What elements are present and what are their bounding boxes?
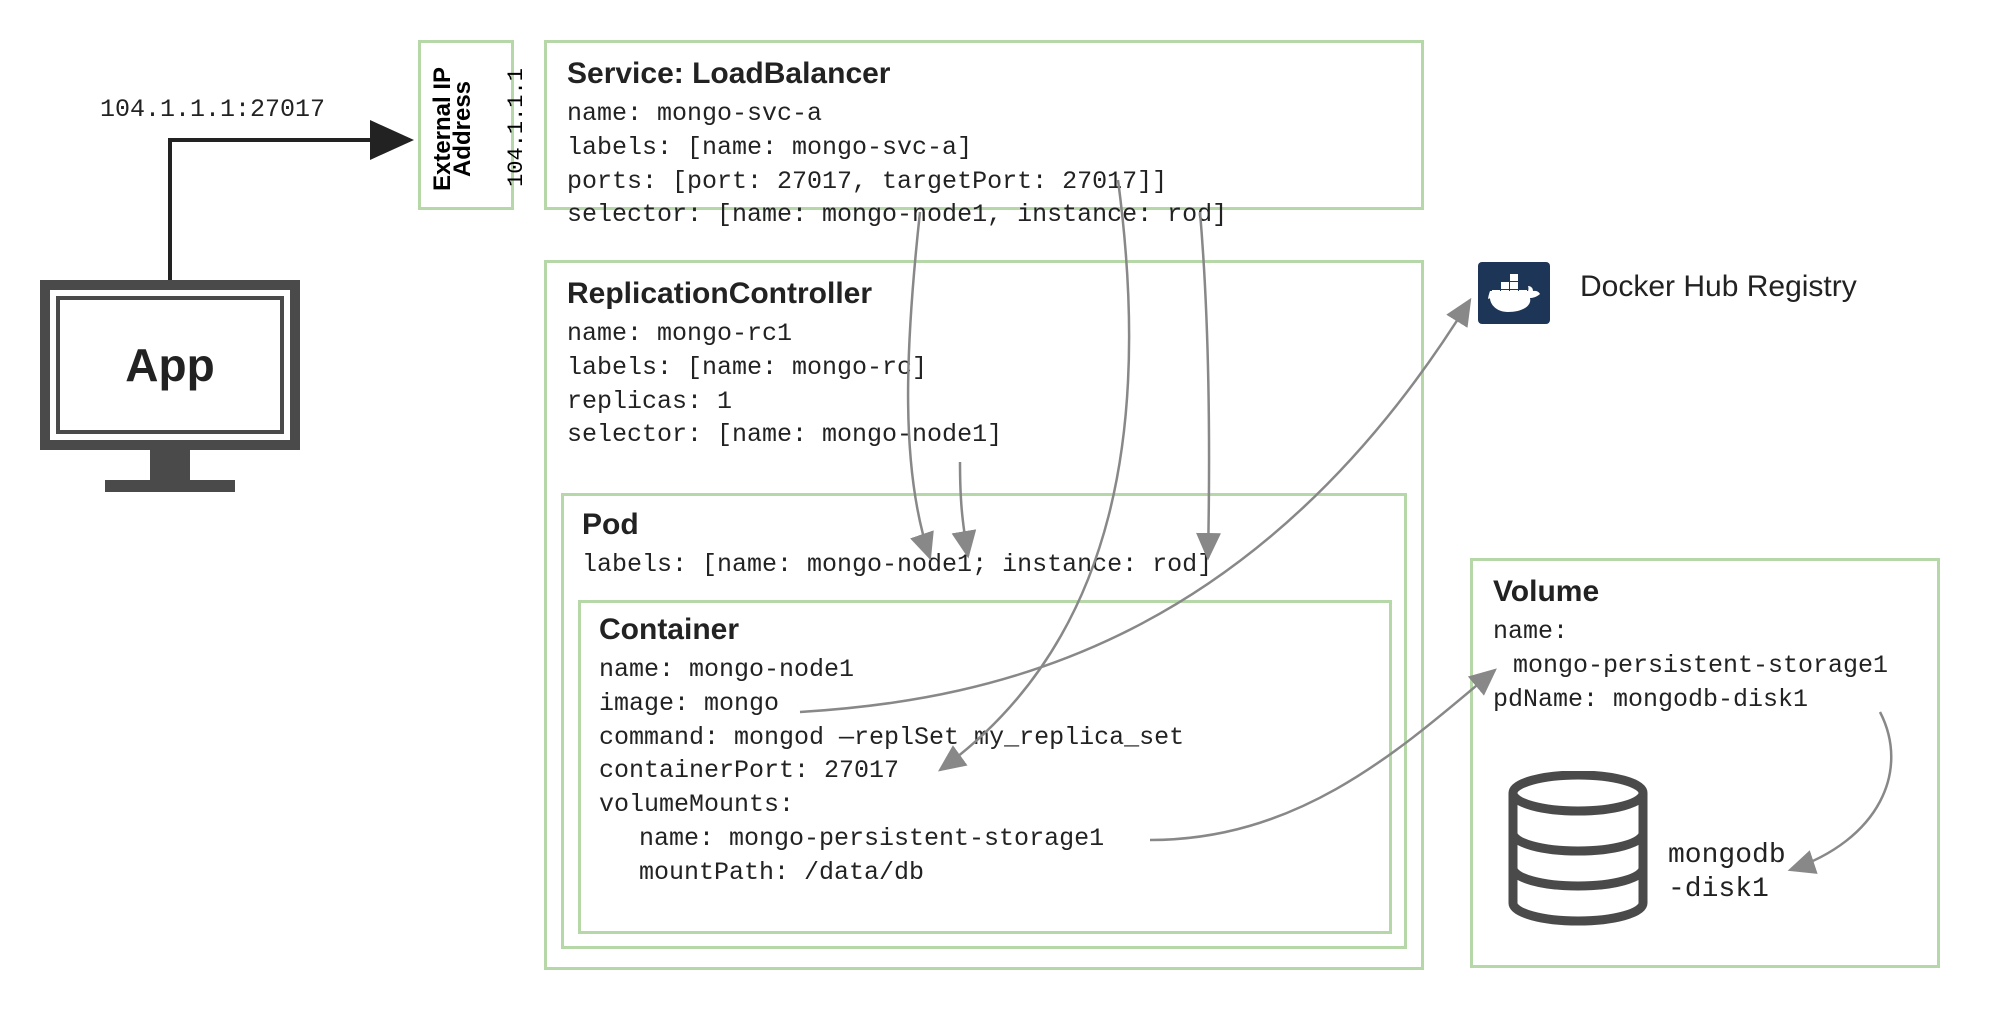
database-icon [1503, 771, 1653, 941]
service-title: Service: LoadBalancer [567, 57, 1401, 91]
service-ports: ports: [port: 27017, targetPort: 27017]] [567, 165, 1401, 199]
volume-pd: pdName: mongodb-disk1 [1493, 683, 1917, 717]
volume-box: Volume name: mongo-persistent-storage1 p… [1470, 558, 1940, 968]
arrow-app-to-ext-ip [170, 140, 410, 280]
disk-label-1: mongodb [1668, 840, 1786, 871]
volume-name-val: mongo-persistent-storage1 [1493, 649, 1917, 683]
monitor-base [105, 480, 235, 492]
app-label: App [125, 338, 214, 392]
ip-target-label: 104.1.1.1:27017 [100, 95, 325, 124]
replication-controller-box: ReplicationController name: mongo-rc1 la… [544, 260, 1424, 970]
container-vm-name: name: mongo-persistent-storage1 [599, 822, 1371, 856]
external-ip-addr: 104.1.1.1 [504, 68, 529, 187]
disk-label-2: -disk1 [1668, 874, 1769, 905]
container-box: Container name: mongo-node1 image: mongo… [578, 600, 1392, 934]
rc-selector: selector: [name: mongo-node1] [567, 418, 1401, 452]
rc-labels: labels: [name: mongo-rc] [567, 351, 1401, 385]
rc-title: ReplicationController [567, 277, 1401, 311]
monitor-screen: App [40, 280, 300, 450]
service-name: name: mongo-svc-a [567, 97, 1401, 131]
service-box: Service: LoadBalancer name: mongo-svc-a … [544, 40, 1424, 210]
pod-title: Pod [582, 508, 1386, 542]
rc-replicas: replicas: 1 [567, 385, 1401, 419]
container-command: command: mongod —replSet my_replica_set [599, 721, 1371, 755]
pod-box: Pod labels: [name: mongo-node1; instance… [561, 493, 1407, 949]
monitor-inner: App [56, 296, 284, 434]
container-vm: volumeMounts: [599, 788, 1371, 822]
monitor-stand [150, 450, 190, 480]
app-monitor: App [40, 280, 300, 500]
container-vm-path: mountPath: /data/db [599, 856, 1371, 890]
volume-name-lbl: name: [1493, 615, 1917, 649]
docker-icon [1478, 262, 1550, 324]
docker-label: Docker Hub Registry [1580, 270, 1857, 304]
volume-title: Volume [1493, 575, 1917, 609]
disk-label: mongodb -disk1 [1668, 839, 1786, 906]
service-labels: labels: [name: mongo-svc-a] [567, 131, 1401, 165]
rc-name: name: mongo-rc1 [567, 317, 1401, 351]
container-port: containerPort: 27017 [599, 754, 1371, 788]
external-ip-line2: Address [449, 81, 477, 177]
container-title: Container [599, 613, 1371, 647]
service-selector: selector: [name: mongo-node1, instance: … [567, 198, 1401, 232]
pod-labels: labels: [name: mongo-node1; instance: ro… [582, 548, 1386, 582]
container-image: image: mongo [599, 687, 1371, 721]
container-name: name: mongo-node1 [599, 653, 1371, 687]
external-ip-box: External IP Address 104.1.1.1 [418, 40, 514, 210]
